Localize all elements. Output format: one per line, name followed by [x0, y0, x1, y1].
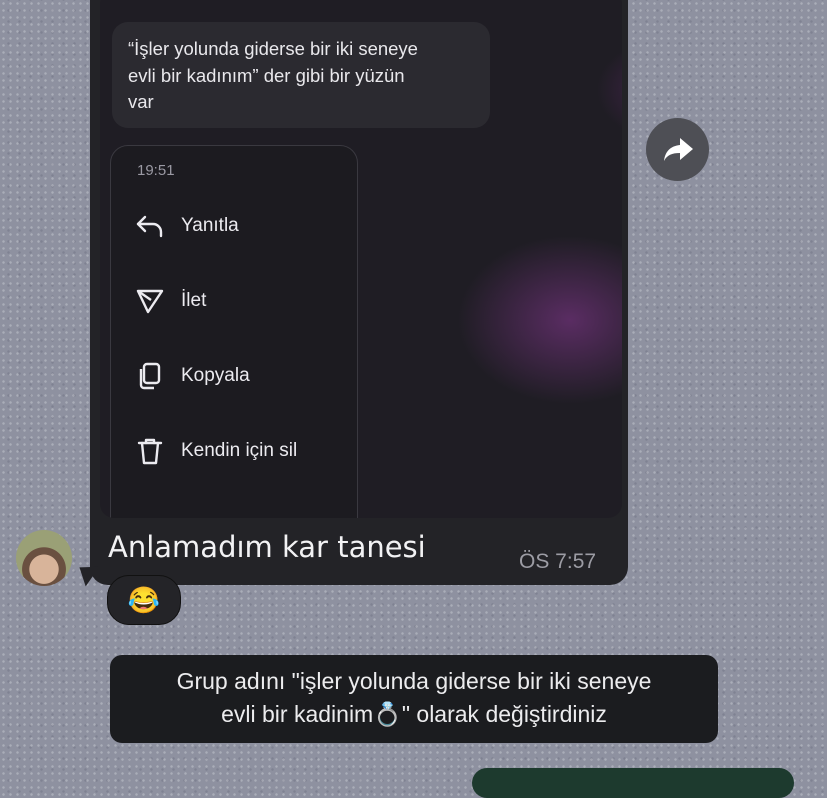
quoted-message: “İşler yolunda giderse bir iki seneye ev…: [112, 22, 490, 128]
avatar[interactable]: [16, 530, 72, 586]
system-message: Grup adını "işler yolunda giderse bir ik…: [110, 655, 718, 743]
message-text: Anlamadım kar tanesi: [108, 530, 426, 564]
menu-item-copy[interactable]: Kopyala: [133, 358, 250, 394]
menu-item-forward[interactable]: İlet: [133, 283, 206, 319]
menu-item-label: Kendin için sil: [181, 440, 298, 461]
reaction-emoji: 😂: [127, 584, 161, 615]
reply-icon: [136, 215, 163, 238]
quoted-line-1: “İşler yolunda giderse bir iki seneye: [128, 38, 418, 59]
menu-timestamp: 19:51: [137, 162, 175, 179]
reaction-badge[interactable]: 😂: [107, 575, 181, 625]
copy-icon: [139, 362, 161, 390]
menu-item-delete[interactable]: Kendin için sil: [133, 433, 297, 469]
system-message-line-2: evli bir kadinim💍" olarak değiştirdiniz: [221, 701, 607, 727]
menu-item-label: Yanıtla: [181, 215, 239, 236]
system-message-line-1: Grup adını "işler yolunda giderse bir ik…: [176, 668, 652, 694]
quoted-line-3: var: [128, 91, 154, 112]
send-icon: [136, 289, 164, 314]
trash-icon: [137, 438, 163, 465]
context-menu: 19:51 Yanıtla İlet Kopyala Kendin için s…: [110, 145, 358, 518]
message-timestamp: ÖS 7:57: [519, 550, 597, 573]
quoted-line-2: evli bir kadınım” der gibi bir yüzün: [128, 64, 405, 86]
menu-item-label: Kopyala: [181, 365, 250, 386]
attached-screenshot[interactable]: “İşler yolunda giderse bir iki seneye ev…: [100, 0, 622, 518]
forward-button[interactable]: [646, 118, 709, 181]
menu-item-label: İlet: [181, 290, 207, 311]
menu-item-reply[interactable]: Yanıtla: [133, 208, 239, 244]
next-message-bubble: [472, 768, 794, 798]
forward-arrow-icon: [663, 137, 693, 161]
